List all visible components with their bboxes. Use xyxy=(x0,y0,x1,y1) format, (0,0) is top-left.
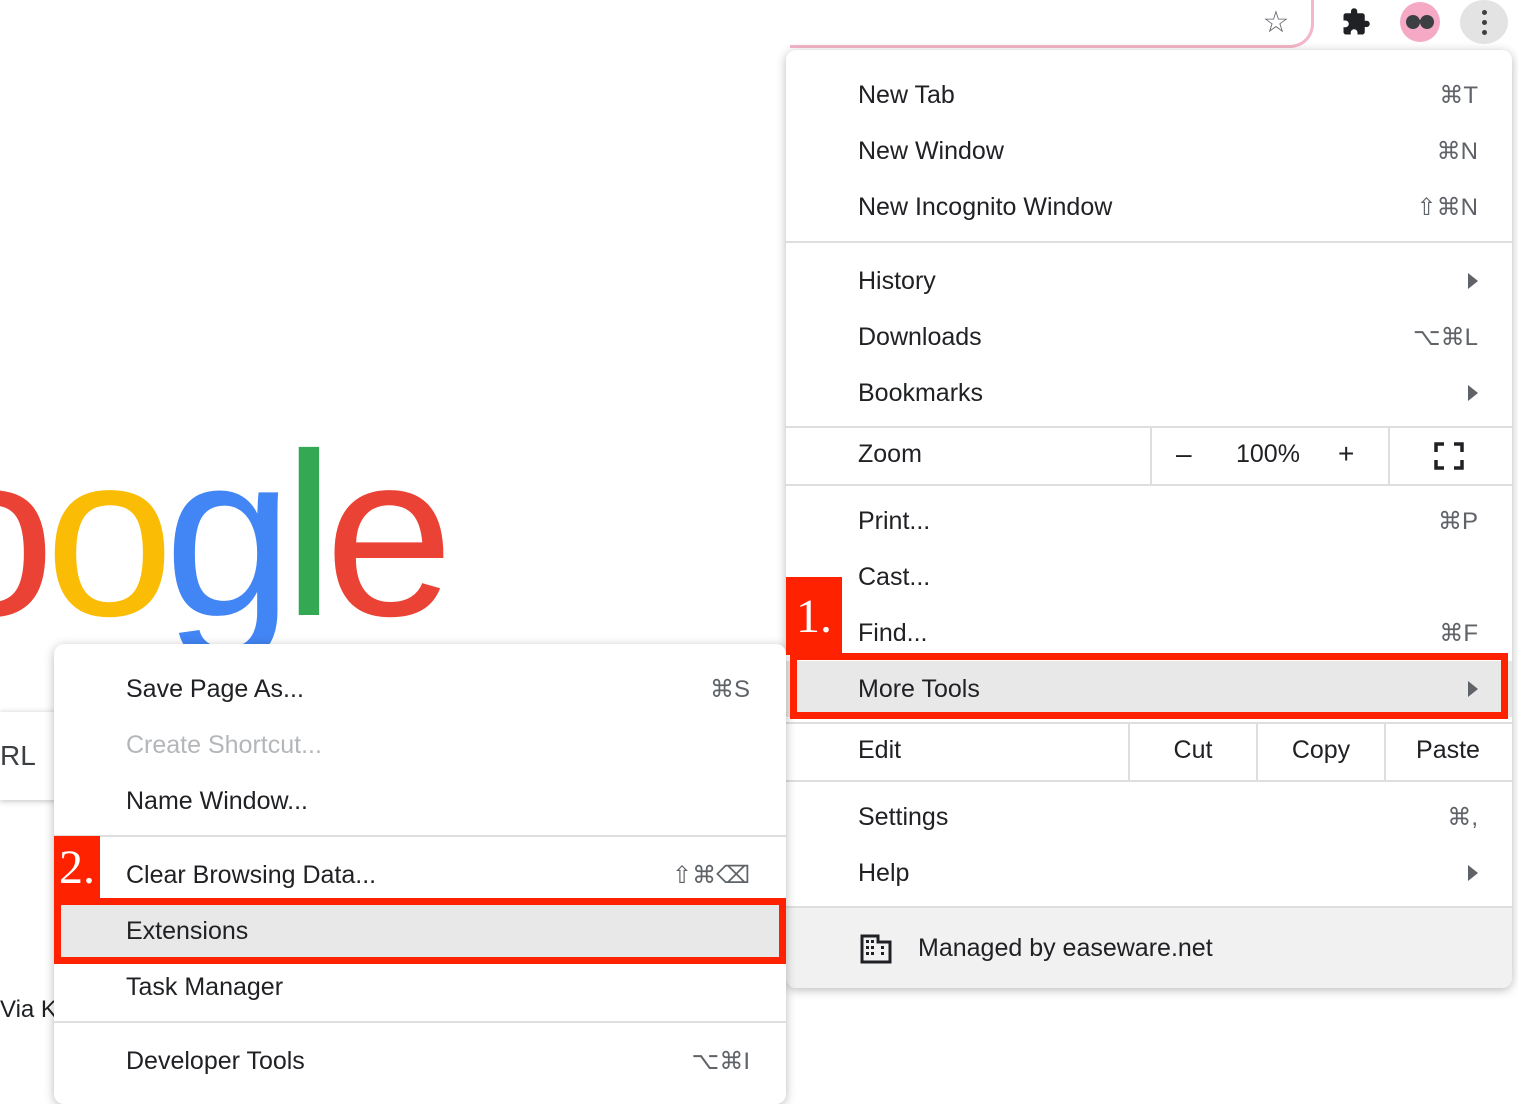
background-via-text: Via K xyxy=(0,996,57,1023)
menu-item-downloads[interactable]: Downloads ⌥⌘L xyxy=(786,309,1512,365)
building-icon xyxy=(860,934,892,964)
submenu-arrow-icon xyxy=(1468,865,1478,881)
submenu-arrow-icon xyxy=(1468,273,1478,289)
menu-item-history[interactable]: History xyxy=(786,253,1512,309)
menu-item-bookmarks[interactable]: Bookmarks xyxy=(786,365,1512,421)
profile-avatar-icon[interactable] xyxy=(1400,2,1440,42)
chrome-main-menu: New Tab ⌘T New Window ⌘N New Incognito W… xyxy=(786,50,1512,988)
menu-item-new-window[interactable]: New Window ⌘N xyxy=(786,123,1512,179)
menu-row-zoom: Zoom – 100% + xyxy=(786,428,1512,484)
menu-item-cast[interactable]: Cast... xyxy=(786,549,1512,605)
menu-separator xyxy=(786,780,1512,782)
menu-item-task-manager[interactable]: Task Manager xyxy=(54,959,786,1015)
submenu-arrow-icon xyxy=(1468,385,1478,401)
highlight-more-tools xyxy=(790,653,1508,719)
paste-button[interactable]: Paste xyxy=(1386,736,1510,765)
extensions-puzzle-icon[interactable] xyxy=(1336,2,1376,42)
menu-row-edit: Edit Cut Copy Paste xyxy=(786,724,1512,780)
zoom-label: Zoom xyxy=(858,440,922,468)
zoom-in-button[interactable]: + xyxy=(1338,438,1354,470)
copy-button[interactable]: Copy xyxy=(1258,736,1384,765)
menu-item-clear-browsing-data[interactable]: Clear Browsing Data... ⇧⌘⌫ xyxy=(54,847,786,903)
bookmark-star-icon[interactable]: ☆ xyxy=(1256,2,1296,42)
step-2-badge: 2. xyxy=(54,836,100,898)
menu-item-new-tab[interactable]: New Tab ⌘T xyxy=(786,67,1512,123)
zoom-level: 100% xyxy=(1236,440,1300,468)
menu-item-developer-tools[interactable]: Developer Tools ⌥⌘I xyxy=(54,1033,786,1089)
fullscreen-icon[interactable] xyxy=(1434,442,1464,470)
menu-separator xyxy=(786,241,1512,243)
menu-item-name-window[interactable]: Name Window... xyxy=(54,773,786,829)
chrome-menu-kebab-icon[interactable] xyxy=(1460,0,1508,44)
menu-item-settings[interactable]: Settings ⌘, xyxy=(786,789,1512,845)
highlight-extensions xyxy=(54,898,786,964)
menu-separator xyxy=(54,835,786,837)
menu-separator xyxy=(786,484,1512,486)
more-tools-submenu: Save Page As... ⌘S Create Shortcut... Na… xyxy=(54,644,786,1104)
edit-label: Edit xyxy=(858,736,902,764)
menu-separator xyxy=(54,1021,786,1023)
menu-item-print[interactable]: Print... ⌘P xyxy=(786,493,1512,549)
menu-item-create-shortcut: Create Shortcut... xyxy=(126,730,322,759)
step-1-badge: 1. xyxy=(786,577,842,655)
menu-item-help[interactable]: Help xyxy=(786,845,1512,901)
cut-button[interactable]: Cut xyxy=(1130,736,1256,765)
google-logo: oogle xyxy=(0,406,454,665)
zoom-out-button[interactable]: – xyxy=(1176,438,1192,470)
omnibox-edge xyxy=(790,0,1314,48)
menu-item-managed-by[interactable]: Managed by easeware.net xyxy=(786,908,1512,988)
menu-item-new-incognito-window[interactable]: New Incognito Window ⇧⌘N xyxy=(786,179,1512,235)
background-url-text: RL xyxy=(0,740,36,771)
menu-item-save-page-as[interactable]: Save Page As... ⌘S xyxy=(54,661,786,717)
